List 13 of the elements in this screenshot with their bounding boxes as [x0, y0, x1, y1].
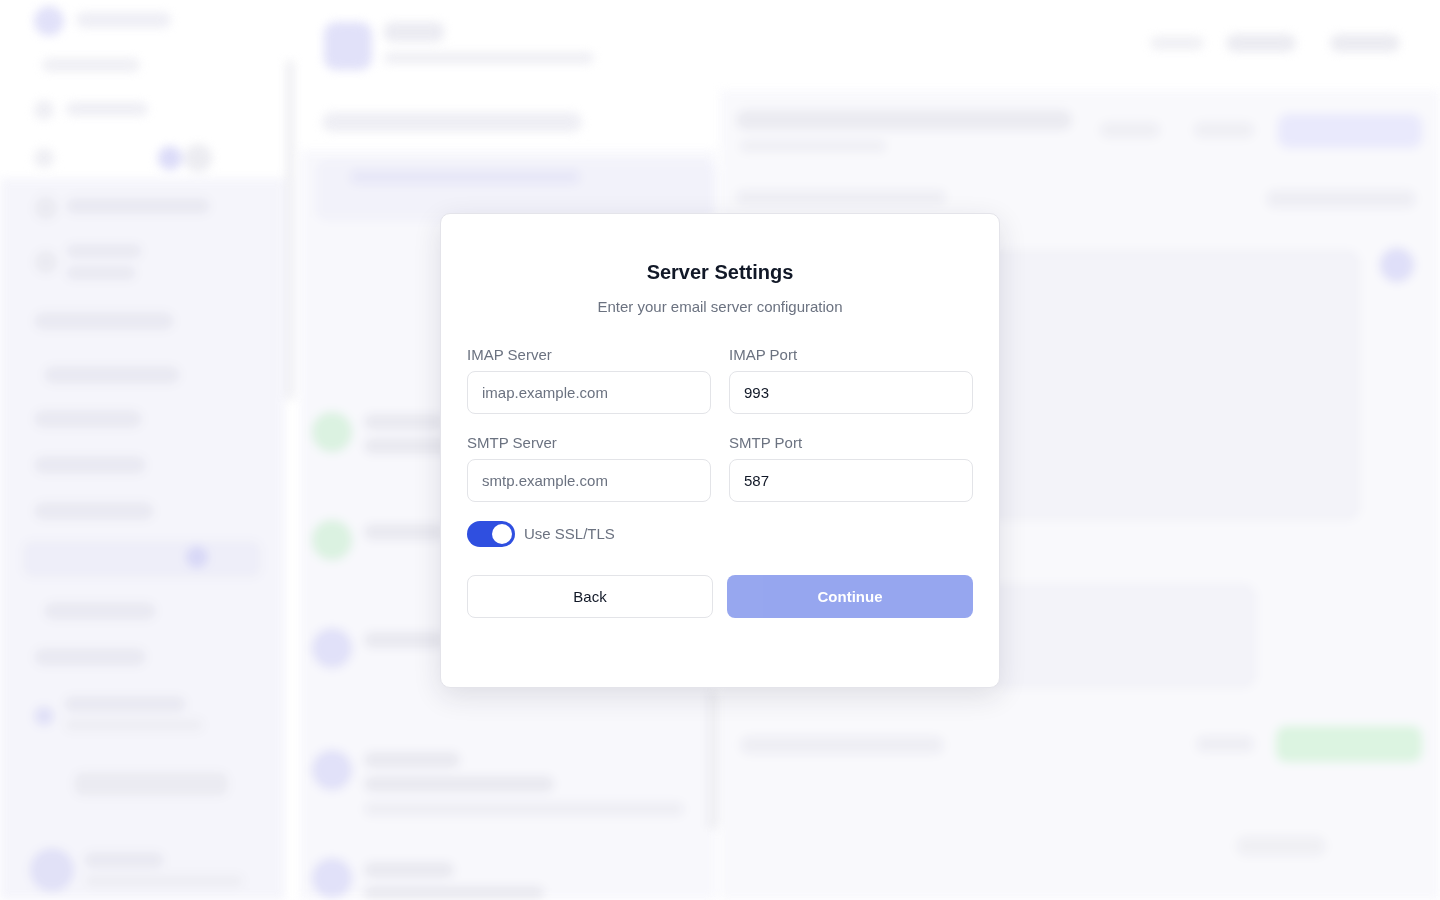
field-label: IMAP Server — [467, 344, 552, 365]
toggle-label: Use SSL/TLS — [524, 523, 615, 544]
text-input[interactable]: imap.example.com — [467, 370, 711, 414]
dialog-subtitle: Enter your email server configuration — [596, 296, 844, 317]
dialog-title: Server Settings — [645, 259, 795, 285]
field-label: SMTP Port — [729, 432, 803, 453]
text-input[interactable]: smtp.example.com — [467, 458, 711, 502]
outline-button[interactable]: Back — [467, 574, 713, 618]
text-input[interactable]: 993 — [729, 370, 973, 414]
field-label: IMAP Port — [729, 344, 798, 365]
text-input[interactable]: 587 — [729, 458, 973, 502]
toggle-switch[interactable] — [467, 520, 515, 547]
field-label: SMTP Server — [467, 432, 557, 453]
